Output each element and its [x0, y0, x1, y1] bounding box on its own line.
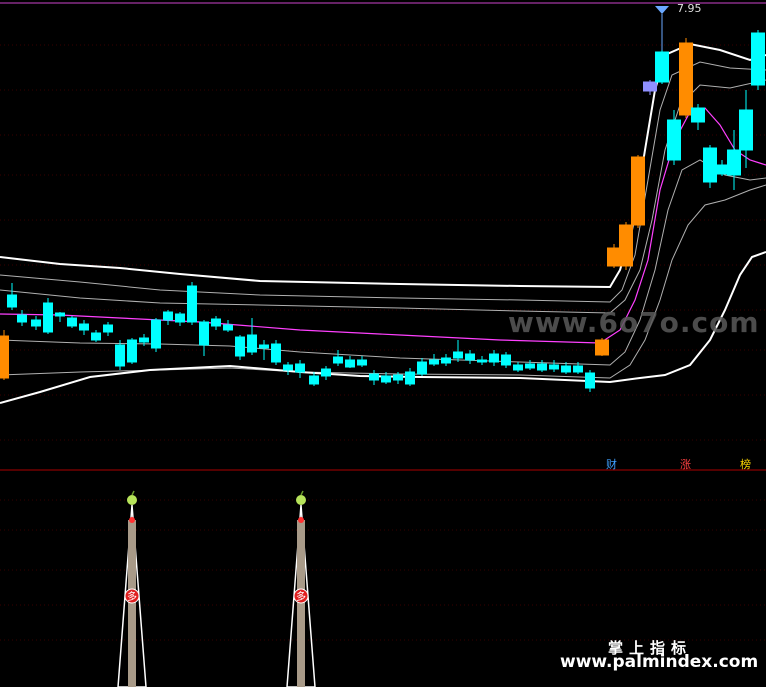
candle-body [91, 332, 101, 341]
candle-body [751, 32, 765, 86]
marker-text: 多 [296, 590, 306, 603]
upper-band-outer [0, 42, 766, 289]
candle-body [211, 318, 221, 327]
candle-body [271, 343, 281, 363]
candle-body [31, 319, 41, 327]
candle-body [17, 314, 27, 323]
candle-body [309, 375, 319, 385]
candle-body [175, 313, 185, 323]
candle-body [127, 339, 137, 363]
candlestick-chart[interactable]: 多多 [0, 0, 766, 687]
event-tag-finance[interactable]: 财 [606, 456, 617, 472]
candle-body [0, 335, 9, 379]
candle-body [187, 285, 197, 323]
event-tag-rise[interactable]: 涨 [680, 456, 691, 472]
candle-body [115, 344, 125, 367]
candle-body [357, 359, 367, 366]
candle-body [417, 361, 427, 375]
apple-stem [300, 490, 304, 496]
candle-body [703, 147, 717, 183]
candle-body [381, 375, 391, 383]
candle-body [595, 339, 609, 356]
candle-body [513, 364, 523, 371]
candle-body [7, 294, 17, 308]
candle-body [607, 247, 621, 267]
candle-body [619, 224, 633, 267]
signal-spike-1-dot [129, 517, 135, 523]
apple-icon [296, 495, 306, 505]
upper-band-inner [0, 61, 766, 303]
stock-chart-window: 多多 7.95 www.6o7o.com 财 涨 榜 掌上指标 www.palm… [0, 0, 766, 687]
candle-body [643, 81, 657, 92]
candle-body [369, 373, 379, 381]
candle-body [573, 365, 583, 373]
candle-body [667, 119, 681, 161]
candle-body [247, 334, 257, 353]
candle-body [453, 351, 463, 359]
candle-body [223, 324, 233, 331]
candle-body [441, 357, 451, 364]
candle-body [465, 353, 475, 361]
candle-body [321, 368, 331, 377]
candle-body [283, 364, 293, 371]
candle-body [43, 302, 53, 333]
candle-body [739, 109, 753, 151]
candle-body [537, 363, 547, 371]
candle-body [655, 51, 669, 83]
candle-body [345, 359, 355, 368]
candle-body [295, 363, 305, 373]
candle-body [163, 311, 173, 321]
watermark-palmindex: www.palmindex.com [560, 652, 759, 672]
candle-body [715, 164, 729, 175]
signal-spike-2-dot [298, 517, 304, 523]
candle-body [55, 312, 65, 317]
candle-body [67, 317, 77, 327]
candle-body [79, 323, 89, 331]
candle-body [259, 344, 269, 349]
max-price-label: 7.95 [677, 2, 702, 15]
candle-body [199, 321, 209, 346]
candle-body [501, 354, 511, 366]
candle-body [477, 359, 487, 363]
candle-body [333, 356, 343, 364]
candle-body [489, 353, 499, 363]
candle-body [139, 337, 149, 343]
candle-body [525, 363, 535, 369]
candle-body [405, 371, 415, 385]
candle-body [103, 324, 113, 333]
marker-text: 多 [127, 590, 137, 603]
apple-stem [131, 490, 135, 496]
event-tag-ranking[interactable]: 榜 [740, 456, 751, 472]
candle-body [727, 149, 741, 176]
candle-body [549, 364, 559, 370]
candle-body [561, 365, 571, 373]
candle-body [691, 107, 705, 123]
candle-body [585, 372, 595, 389]
candle-body [631, 156, 645, 226]
apple-icon [127, 495, 137, 505]
candle-body [235, 336, 245, 357]
candle-body [151, 319, 161, 349]
candle-body [393, 374, 403, 381]
candle-body [429, 359, 439, 365]
candle-body [679, 42, 693, 116]
max-marker-icon [655, 6, 669, 14]
watermark-6o7o: www.6o7o.com [508, 306, 760, 339]
